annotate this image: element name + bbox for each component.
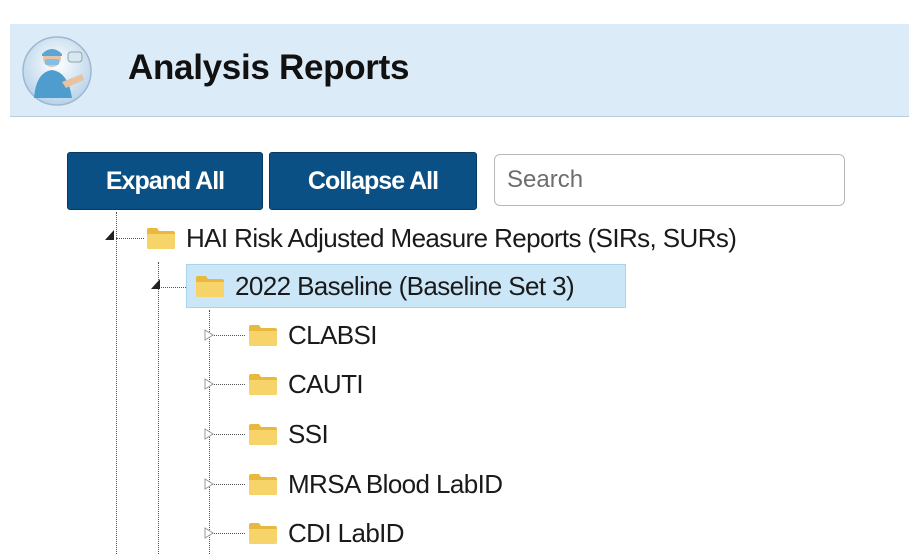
folder-icon: [249, 374, 277, 395]
tree-node-label: 2022 Baseline (Baseline Set 3): [235, 270, 575, 301]
tree-connector: [116, 238, 144, 239]
tree-connector: [158, 287, 188, 288]
healthcare-worker-icon: [22, 36, 92, 106]
tree-node-cauti[interactable]: CAUTI: [248, 362, 364, 406]
folder-icon: [147, 228, 175, 249]
tree-node-hai-risk-adjusted[interactable]: HAI Risk Adjusted Measure Reports (SIRs,…: [146, 216, 737, 260]
tree-node-label: CDI LabID: [288, 517, 405, 548]
tree-connector: [116, 212, 117, 554]
folder-icon: [196, 276, 224, 297]
tree-node-clabsi[interactable]: CLABSI: [248, 313, 377, 357]
expand-toggle-icon[interactable]: [203, 526, 215, 540]
page-title: Analysis Reports: [128, 48, 410, 87]
folder-icon: [249, 424, 277, 445]
expand-toggle-icon[interactable]: [203, 328, 215, 342]
tree-node-ssi[interactable]: SSI: [248, 412, 329, 456]
tree-node-label: CLABSI: [288, 319, 377, 350]
tree-node-label: HAI Risk Adjusted Measure Reports (SIRs,…: [186, 222, 737, 253]
expand-toggle-icon[interactable]: [203, 427, 215, 441]
tree-node-label: CAUTI: [288, 368, 364, 399]
collapse-toggle-icon[interactable]: [150, 277, 162, 291]
tree-node-2022-baseline[interactable]: 2022 Baseline (Baseline Set 3): [186, 264, 626, 308]
expand-toggle-icon[interactable]: [203, 477, 215, 491]
folder-icon: [249, 523, 277, 544]
expand-toggle-icon[interactable]: [203, 377, 215, 391]
collapse-all-button[interactable]: Collapse All: [269, 152, 477, 210]
tree-node-label: MRSA Blood LabID: [288, 468, 503, 499]
tree-node-label: SSI: [288, 418, 329, 449]
search-input[interactable]: [494, 154, 845, 206]
tree-connector: [158, 262, 159, 554]
tree-node-mrsa-blood-labid[interactable]: MRSA Blood LabID: [248, 462, 503, 506]
tree-node-cdi-labid[interactable]: CDI LabID: [248, 511, 405, 555]
collapse-toggle-icon[interactable]: [104, 228, 116, 242]
expand-all-button[interactable]: Expand All: [67, 152, 263, 210]
folder-icon: [249, 325, 277, 346]
folder-icon: [249, 474, 277, 495]
page-header: Analysis Reports: [10, 24, 909, 117]
